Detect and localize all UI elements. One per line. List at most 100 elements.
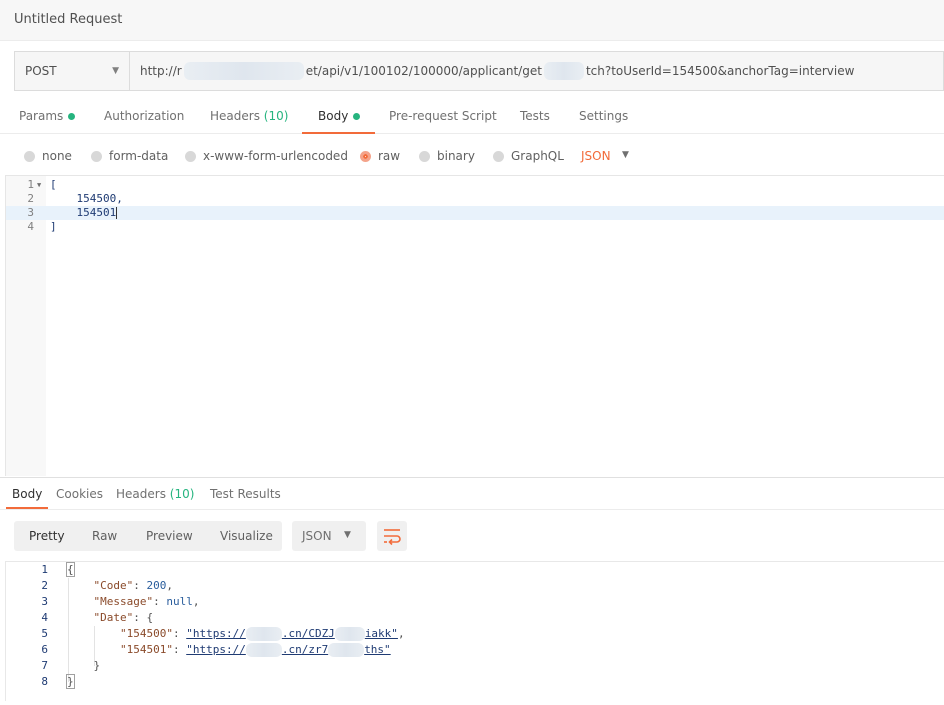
editor-line: 2 154500, [6,192,944,206]
line-number: 2 [27,192,34,205]
tab-settings-label: Settings [579,109,629,123]
json-key: "154500" [119,627,173,640]
resp-tab-test-results[interactable]: Test Results [210,487,281,501]
response-line: 4 "Date": { [6,610,944,626]
radio-raw-label: raw [378,149,401,163]
radio-raw[interactable]: raw [360,149,400,163]
radio-none-label: none [42,149,72,163]
json-number: 200 [146,579,167,592]
link-part: .cn/zr7 [281,643,329,656]
url-part-mid: et/api/v1/100102/100000/applicant/get [305,64,542,78]
radio-circle-icon [24,150,35,162]
line-number: 5 [41,627,48,640]
radio-form-data[interactable]: form-data [91,149,168,163]
response-code: { [66,562,75,578]
radio-circle-icon [419,150,430,162]
radio-binary[interactable]: binary [419,149,475,163]
tab-authorization[interactable]: Authorization [104,109,184,123]
resp-tab-cookies[interactable]: Cookies [56,487,103,501]
tab-prerequest-script[interactable]: Pre-request Script [389,109,497,123]
link-part: "https:// [186,627,246,640]
response-line: 1 { [6,562,944,578]
wrap-lines-button[interactable] [377,521,407,551]
request-title[interactable]: Untitled Request [14,12,122,27]
line-number: 8 [41,675,48,688]
json-key: "Message" [93,595,154,608]
response-line: 5 "154500": "https://.cn/CDZJ iakk", [6,626,944,642]
response-line: 6 "154501": "https://.cn/zr7 ths" [6,642,944,658]
response-line: 3 "Message": null, [6,594,944,610]
redacted-blur [245,627,282,641]
method-select[interactable]: POST ▼ [15,52,130,90]
code-text: 154501 [50,206,117,219]
tab-authorization-label: Authorization [104,109,185,123]
request-title-bar: Untitled Request [0,0,944,41]
view-visualize-button[interactable]: Visualize [220,529,273,543]
line-number: 3 [27,206,34,219]
tab-headers[interactable]: Headers (10) [210,109,288,123]
response-format-select[interactable]: JSON ▼ [292,521,366,551]
json-key: "Code" [93,579,134,592]
response-line: 7 } [6,658,944,674]
line-number: 3 [41,595,48,608]
view-preview-button[interactable]: Preview [146,529,193,543]
radio-graphql[interactable]: GraphQL [493,149,564,163]
resp-tab-body[interactable]: Body [12,487,42,501]
brace-token: } [66,674,75,689]
view-mode-bar: Pretty Raw Preview Visualize [14,521,282,551]
radio-circle-icon [493,150,504,162]
body-format-select[interactable]: JSON [581,149,611,163]
active-dot-icon [353,113,361,120]
response-body-viewer[interactable]: 1 { 2 "Code": 200, 3 "Message": null, 4 … [5,561,944,701]
radio-form-data-label: form-data [109,149,169,163]
chevron-down-icon: ▼ [344,530,351,540]
line-number: 2 [41,579,48,592]
fold-arrow-icon[interactable]: ▼ [37,178,41,192]
chevron-down-icon[interactable]: ▼ [622,150,629,160]
line-number: 1 [27,178,34,191]
json-key: "154501" [119,643,173,656]
json-link[interactable]: "https:// .cn/CDZJ iakk" [186,627,398,641]
tab-body-label: Body [318,109,349,123]
body-type-selector: none form-data x-www-form-urlencoded raw… [0,142,944,170]
url-input[interactable]: http://r et/api/v1/100102/100000/applica… [130,52,943,90]
response-code: "Date": { [93,611,154,624]
wrap-lines-icon [384,529,401,546]
resp-headers-count: (10) [169,487,195,501]
radio-circle-icon [91,150,102,162]
code-text-with-cursor: 154501 [50,206,118,220]
response-code: "154501": "https://.cn/zr7 ths" [119,643,391,657]
view-raw-button[interactable]: Raw [92,529,117,543]
active-tab-indicator [302,132,375,134]
url-part-start: http://r [140,64,182,78]
tab-settings[interactable]: Settings [579,109,628,123]
tab-body[interactable]: Body [318,109,361,123]
text-cursor [116,207,118,219]
link-part: .cn/CDZJ [281,627,335,640]
resp-tab-headers[interactable]: Headers (10) [116,487,194,501]
radio-urlencoded[interactable]: x-www-form-urlencoded [185,149,348,163]
tab-params-label: Params [19,109,64,123]
url-part-end: tch?toUserId=154500&anchorTag=interview [585,64,855,78]
radio-none[interactable]: none [24,149,72,163]
response-format-label: JSON [302,529,332,543]
response-code: } [66,674,75,690]
url-bar: POST ▼ http://r et/api/v1/100102/100000/… [14,51,944,91]
active-resp-tab-indicator [6,507,48,509]
line-number: 1 [41,563,48,576]
radio-checked-icon [360,150,371,162]
tab-params[interactable]: Params [19,109,76,123]
method-label: POST [25,64,57,78]
link-part: ths" [364,643,391,656]
code-text: ] [50,220,57,233]
line-number: 4 [41,611,48,624]
radio-circle-icon [185,150,196,162]
code-text: 154500, [50,192,123,205]
request-body-editor[interactable]: 1 ▼ [ 2 154500, 3 154501 4 ] [5,175,944,476]
tab-tests[interactable]: Tests [520,109,550,123]
view-pretty-button[interactable]: Pretty [29,529,65,543]
response-code: "154500": "https://.cn/CDZJ iakk", [119,627,405,641]
link-part: iakk" [364,627,398,640]
radio-graphql-label: GraphQL [511,149,564,163]
json-link[interactable]: "https:// .cn/zr7 ths" [186,643,391,657]
